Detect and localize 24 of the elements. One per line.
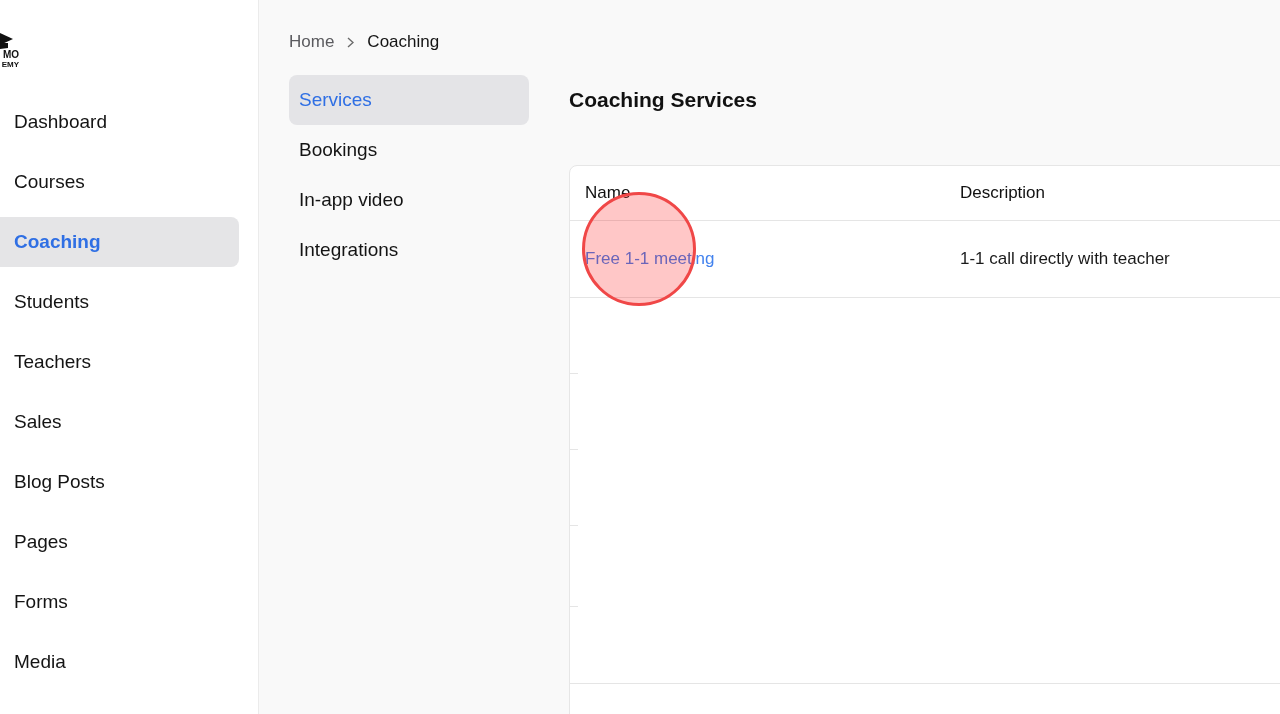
column-header: Description	[959, 182, 1047, 204]
sidebar-item[interactable]: Forms	[0, 577, 239, 627]
sidebar-item[interactable]: Courses	[0, 157, 239, 207]
subnav-tab[interactable]: Bookings	[289, 125, 529, 175]
sidebar-item[interactable]: Dashboard	[0, 97, 239, 147]
breadcrumb-current: Coaching	[367, 32, 440, 52]
sidebar-item[interactable]: Teachers	[0, 337, 239, 387]
page-title: Coaching Services	[569, 87, 758, 113]
sidebar-item[interactable]: Media	[0, 637, 239, 687]
logo-text: MO	[2, 50, 19, 60]
sidebar-item[interactable]: Pages	[0, 517, 239, 567]
sidebar-item[interactable]: Coaching	[0, 217, 239, 267]
subnav-tab[interactable]: Integrations	[289, 225, 529, 275]
sidebar-item[interactable]: Sales	[0, 397, 239, 447]
column-header: Name	[584, 182, 632, 204]
chevron-right-icon	[347, 36, 355, 48]
table-cell: 1-1 call directly with teacher	[960, 249, 1170, 269]
sidebar-item[interactable]: Blog Posts	[0, 457, 239, 507]
sidebar-item[interactable]: Students	[0, 277, 239, 327]
logo-text: EMY	[1, 61, 19, 69]
subnav-tab[interactable]: In-app video	[289, 175, 529, 225]
subnav-tab[interactable]: Services	[289, 75, 529, 125]
graduation-cap-icon	[0, 32, 13, 49]
breadcrumb-link[interactable]: Home	[289, 32, 335, 52]
